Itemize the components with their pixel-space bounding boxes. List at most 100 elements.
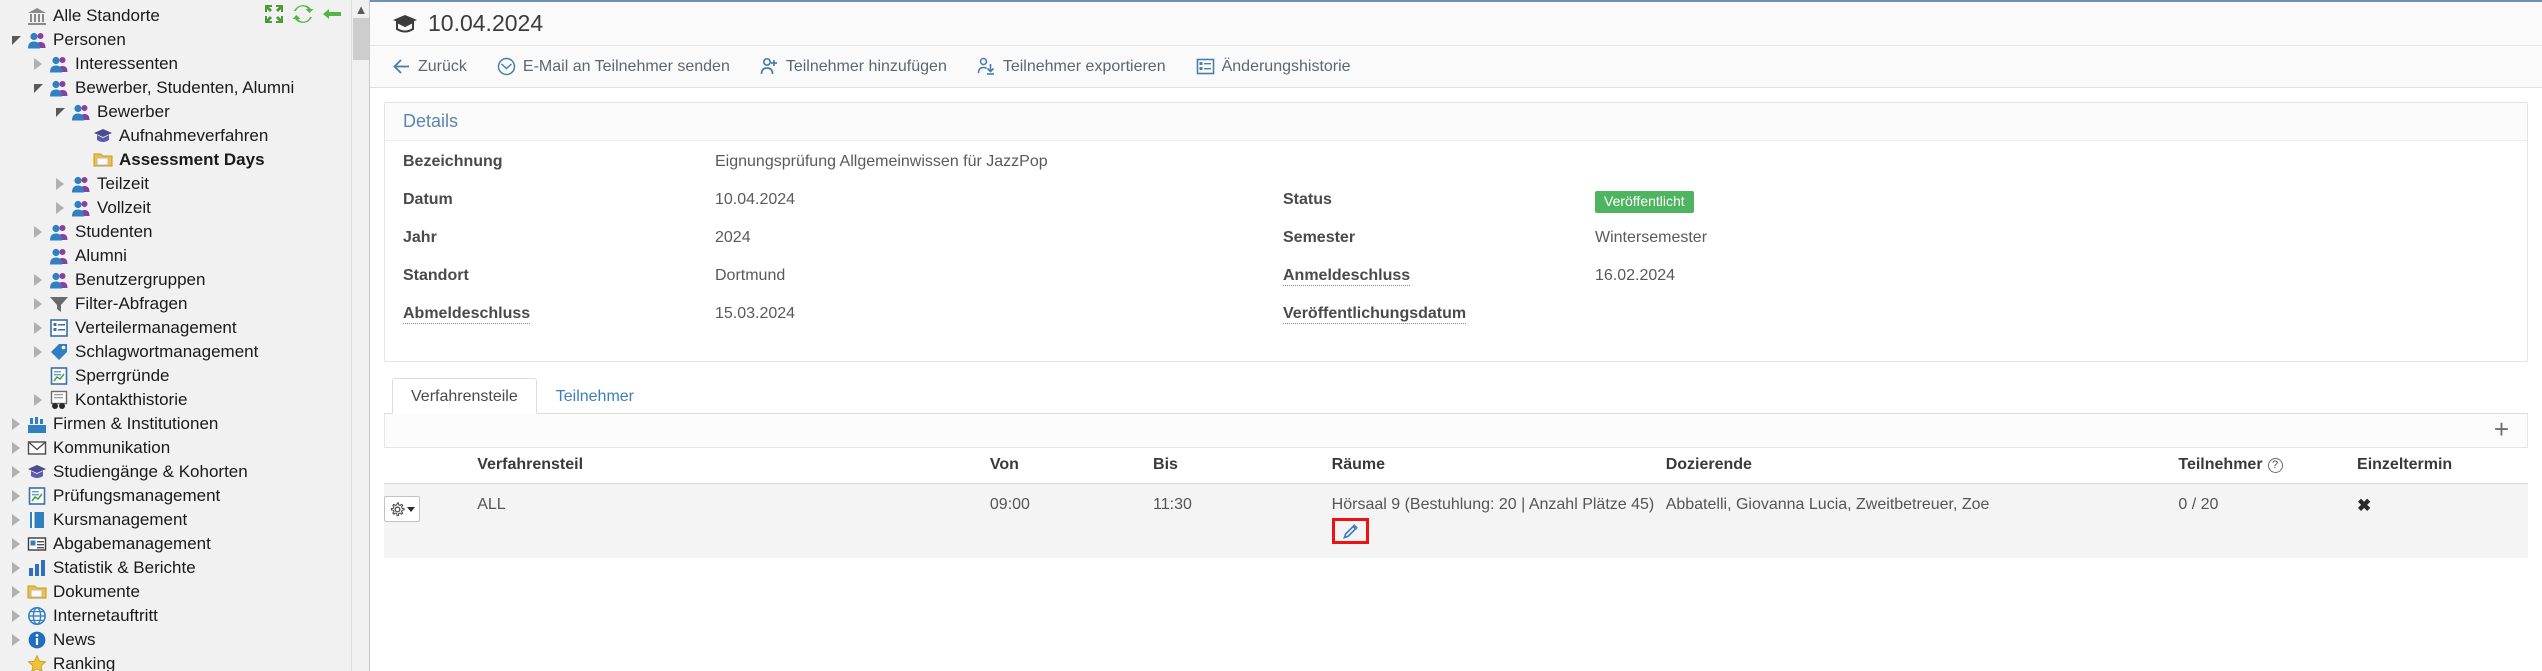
sidebar-scrollbar[interactable]: ▲ [351,0,369,671]
card-icon [26,533,48,555]
th-teilnehmer[interactable]: Teilnehmer ? [2178,448,2358,484]
pencil-icon[interactable] [1341,524,1360,545]
sidebar-item-label: Verteilermanagement [75,318,237,337]
sidebar-item-label: Personen [53,30,126,49]
th-gear [384,448,478,484]
sidebar-item-kommunikation[interactable]: Kommunikation [0,436,369,460]
tab-teilnehmer[interactable]: Teilnehmer [537,378,653,414]
sidebar-item-label: Interessenten [75,54,179,73]
chevron-right-icon[interactable] [50,172,70,196]
th-teilnehmer-label: Teilnehmer [2178,456,2263,473]
sidebar-item-label: Prüfungsmanagement [53,486,221,505]
chevron-down-icon [406,506,415,512]
detail-label[interactable]: Abmeldeschluss [385,305,715,324]
chevron-right-icon[interactable] [6,508,26,532]
graduation-cap-icon [92,125,114,147]
cell-von: 09:00 [989,483,1154,558]
chevron-right-icon[interactable] [28,220,48,244]
sidebar-item-dokumente[interactable]: Dokumente [0,580,369,604]
detail-row: Jahr 2024 Semester Wintersemester [385,229,2527,267]
folder-icon [26,581,48,603]
chevron-down-icon[interactable] [6,28,26,52]
toolbar-änderungshistorie-button[interactable]: Änderungshistorie [1196,57,1351,76]
sidebar-item-personen[interactable]: Personen [0,28,369,52]
book-icon [26,509,48,531]
sidebar-item-benutzergruppen[interactable]: Benutzergruppen [0,268,369,292]
sidebar-item-internetauftritt[interactable]: Internetauftritt [0,604,369,628]
tab-verfahrensteile[interactable]: Verfahrensteile [392,378,537,414]
th-einzeltermin[interactable]: Einzeltermin [2357,448,2528,484]
sidebar-item-studiengänge-kohorten[interactable]: Studiengänge & Kohorten [0,460,369,484]
th-dozierende[interactable]: Dozierende [1665,448,2179,484]
toolbar-teilnehmer-hinzufügen-button[interactable]: Teilnehmer hinzufügen [760,57,947,76]
th-bis[interactable]: Bis [1153,448,1332,484]
sidebar-item-aufnahmeverfahren[interactable]: Aufnahmeverfahren [0,124,369,148]
add-row-button[interactable]: + [2490,416,2513,446]
chevron-right-icon[interactable] [6,484,26,508]
sidebar-item-prüfungsmanagement[interactable]: Prüfungsmanagement [0,484,369,508]
sidebar-item-label: Sperrgründe [75,366,170,385]
sidebar-item-ranking[interactable]: Ranking [0,652,369,671]
sidebar-item-schlagwortmanagement[interactable]: Schlagwortmanagement [0,340,369,364]
sidebar-item-filter-abfragen[interactable]: Filter-Abfragen [0,292,369,316]
sidebar-item-sperrgründe[interactable]: Sperrgründe [0,364,369,388]
chevron-right-icon[interactable] [28,340,48,364]
sidebar-item-studenten[interactable]: Studenten [0,220,369,244]
app-root: Alle Standorte Personen Interessenten Bewer… [0,0,2542,671]
chevron-right-icon[interactable] [28,52,48,76]
chevron-down-icon[interactable] [28,76,48,100]
chevron-right-icon[interactable] [6,556,26,580]
detail-label[interactable]: Anmeldeschluss [1265,267,1595,286]
detail-label[interactable]: Veröffentlichungsdatum [1265,305,1595,324]
collapse-all-icon[interactable] [263,3,285,25]
toolbar-e-mail-an-teilnehmer-senden-button[interactable]: E-Mail an Teilnehmer senden [497,57,730,76]
sidebar-item-teilzeit[interactable]: Teilzeit [0,172,369,196]
th-raeume[interactable]: Räume [1331,448,1666,484]
chevron-right-icon[interactable] [6,580,26,604]
chevron-right-icon[interactable] [6,628,26,652]
sidebar-item-abgabemanagement[interactable]: Abgabemanagement [0,532,369,556]
row-menu-button[interactable] [384,496,420,522]
detail-label: Status [1283,191,1332,208]
sidebar-item-vollzeit[interactable]: Vollzeit [0,196,369,220]
sidebar-item-kursmanagement[interactable]: Kursmanagement [0,508,369,532]
chevron-right-icon[interactable] [28,268,48,292]
sidebar-item-label: Firmen & Institutionen [53,414,219,433]
chevron-right-icon[interactable] [50,196,70,220]
chevron-right-icon[interactable] [6,532,26,556]
sidebar-item-kontakthistorie[interactable]: Kontakthistorie [0,388,369,412]
chevron-right-icon[interactable] [6,436,26,460]
sidebar-item-alumni[interactable]: Alumni [0,244,369,268]
chevron-right-icon[interactable] [28,388,48,412]
globe-icon [26,605,48,627]
help-icon[interactable]: ? [2267,457,2283,473]
chevron-right-icon[interactable] [6,412,26,436]
sidebar-item-label: Studenten [75,222,153,241]
scroll-up-icon[interactable]: ▲ [352,0,369,18]
sidebar-item-bewerber[interactable]: Bewerber [0,100,369,124]
detail-label: Standort [403,267,469,284]
chevron-right-icon[interactable] [28,292,48,316]
chevron-down-icon[interactable] [50,100,70,124]
sidebar-item-bewerber-studenten-alumni[interactable]: Bewerber, Studenten, Alumni [0,76,369,100]
chevron-right-icon[interactable] [28,316,48,340]
refresh-icon[interactable] [292,3,314,25]
back-arrow-icon[interactable] [321,3,343,25]
sidebar-item-news[interactable]: News [0,628,369,652]
tab-bar: Verfahrensteile Teilnehmer [384,378,2528,414]
sidebar-item-interessenten[interactable]: Interessenten [0,52,369,76]
sidebar-item-assessment-days[interactable]: Assessment Days [0,148,369,172]
toolbar-teilnehmer-exportieren-button[interactable]: Teilnehmer exportieren [977,57,1166,76]
toolbar-zurück-button[interactable]: Zurück [392,57,467,76]
chevron-right-icon[interactable] [6,604,26,628]
th-verfahrensteil[interactable]: Verfahrensteil [477,448,990,484]
chevron-right-icon[interactable] [6,460,26,484]
table-row[interactable]: ALL 09:00 11:30 Hörsaal 9 (Bestuhlung: 20 |… [384,483,2528,558]
th-von[interactable]: Von [989,448,1154,484]
folder-icon [92,149,114,171]
sidebar-item-firmen-institutionen[interactable]: Firmen & Institutionen [0,412,369,436]
sidebar-item-statistik-berichte[interactable]: Statistik & Berichte [0,556,369,580]
scrollbar-thumb[interactable] [353,18,369,60]
sidebar-item-verteilermanagement[interactable]: Verteilermanagement [0,316,369,340]
cross-icon: ✖ [2357,496,2372,515]
